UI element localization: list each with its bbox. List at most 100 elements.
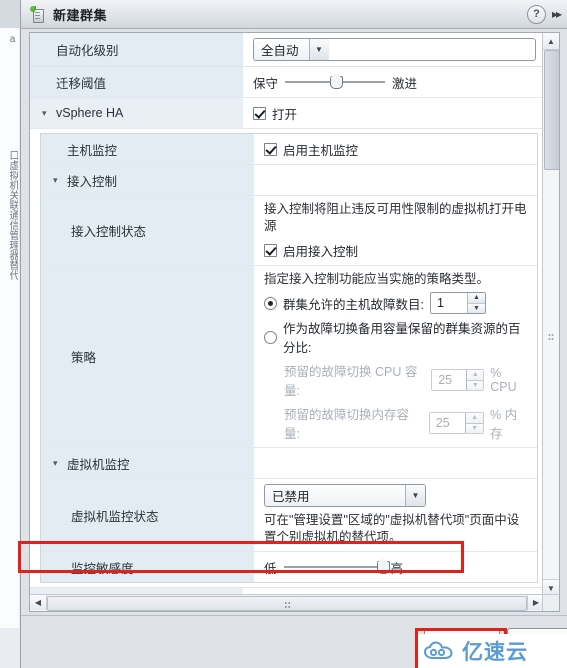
row-migration-threshold: 迁移阈值 保守 激进 [30, 67, 544, 98]
label-automation-level: 自动化级别 [30, 33, 243, 66]
twisty-expanded-icon[interactable]: ▾ [42, 108, 54, 118]
vsphere-ha-checkbox-label: 打开 [272, 107, 298, 122]
twisty-expanded-icon[interactable]: ▾ [53, 458, 65, 468]
policy-host-failures-label: 群集允许的主机故障数目: [283, 297, 424, 312]
horizontal-scrollbar[interactable]: ◀ ▶ [30, 594, 544, 611]
help-icon[interactable]: ? [526, 4, 546, 24]
slider-thumb[interactable] [376, 558, 390, 574]
policy-description: 指定接入控制功能应当实施的策略类型。 [264, 272, 490, 286]
slider-track[interactable] [283, 558, 390, 574]
stepper-up-icon: ▲ [467, 370, 484, 381]
migration-threshold-slider[interactable]: 保守 激进 [253, 73, 536, 92]
watermark: 亿速云 [418, 634, 567, 668]
twisty-expanded-icon[interactable]: ▾ [53, 175, 65, 185]
stepper-up-icon[interactable]: ▲ [467, 293, 485, 304]
vsphere-ha-checkbox[interactable] [253, 106, 266, 120]
vsphere-ha-toggle[interactable]: 打开 [253, 104, 536, 123]
reserved-memory-value: 25 [429, 413, 466, 433]
label-admission-control-text: 接入控制 [67, 174, 118, 189]
horizontal-scrollbar-thumb[interactable] [47, 596, 527, 611]
reserved-memory-label: 预留的故障切换内存容量: [284, 408, 410, 441]
admission-control-checkbox[interactable] [264, 244, 277, 257]
reserved-cpu-value: 25 [432, 370, 467, 390]
chevron-double-right-icon[interactable]: ▸▸ [552, 7, 562, 21]
row-vm-monitoring-status: 虚拟机监控状态 已禁用 ▼ 可在"管理设置"区域的"虚拟机替代项"页面中设置个别… [41, 479, 537, 552]
automation-level-select[interactable]: 全自动 ▼ [253, 38, 536, 61]
host-monitoring-checkbox-label: 启用主机监控 [283, 143, 359, 158]
reserved-cpu-stepper: 25 ▲ ▼ [431, 369, 485, 391]
vm-monitoring-description: 可在"管理设置"区域的"虚拟机替代项"页面中设置个别虚拟机的替代项。 [264, 513, 520, 544]
label-vm-monitoring-text: 虚拟机监控 [67, 457, 130, 472]
slider-track[interactable] [285, 73, 386, 89]
row-admission-control-status: 接入控制状态 接入控制将阻止违反可用性限制的虚拟机打开电源 启用接入控制 [41, 196, 537, 266]
host-monitoring-toggle[interactable]: 启用主机监控 [264, 140, 529, 159]
vm-monitoring-status-select[interactable]: 已禁用 ▼ [264, 484, 426, 507]
watermark-text: 亿速云 [462, 640, 528, 664]
slider-max-label: 高 [390, 561, 404, 576]
reserved-cpu-row: 预留的故障切换 CPU 容量: 25 ▲ ▼ % CPU [264, 361, 529, 399]
label-vsphere-ha: ▾ vSphere HA [30, 98, 243, 128]
admission-control-description: 接入控制将阻止违反可用性限制的虚拟机打开电源 [264, 202, 527, 233]
host-monitoring-checkbox[interactable] [264, 142, 277, 156]
scroll-left-icon[interactable]: ◀ [30, 595, 47, 610]
value-vsphere-ha: 打开 [243, 98, 544, 128]
monitoring-sensitivity-slider[interactable]: 低 高 [264, 558, 529, 577]
value-vm-monitoring-status: 已禁用 ▼ 可在"管理设置"区域的"虚拟机替代项"页面中设置个别虚拟机的替代项。 [254, 479, 537, 551]
value-migration-threshold: 保守 激进 [243, 67, 544, 97]
slider-min-label: 低 [264, 561, 277, 576]
ha-subsettings-panel: 主机监控 启用主机监控 ▾ 接入控制 接入控制状态 接入控制将阻止违反可用性限制… [40, 133, 538, 583]
dialog-titlebar: 新建群集 ? ▸▸ [21, 0, 567, 29]
titlebar-actions: ? ▸▸ [526, 4, 562, 24]
background-window: a 口虚拟机关联通信管理器替代 [0, 0, 21, 668]
stepper-down-icon: ▼ [467, 380, 484, 390]
policy-option-host-failures[interactable]: 群集允许的主机故障数目: 1 ▲ ▼ [264, 292, 529, 314]
label-vm-monitoring-status: 虚拟机监控状态 [41, 479, 254, 551]
vertical-scrollbar-thumb[interactable] [544, 50, 559, 170]
label-admission-control: ▾ 接入控制 [41, 165, 254, 195]
stepper-up-icon: ▲ [466, 413, 483, 424]
background-titlebar [0, 0, 20, 28]
row-host-monitoring: 主机监控 启用主机监控 [41, 134, 537, 165]
label-vm-monitoring: ▾ 虚拟机监控 [41, 448, 254, 478]
value-monitoring-sensitivity: 低 高 [254, 552, 537, 582]
reserved-cpu-unit: % CPU [490, 366, 517, 394]
host-failures-stepper[interactable]: 1 ▲ ▼ [429, 292, 486, 314]
dialog-title: 新建群集 [53, 7, 108, 23]
settings-scroll-viewport: 自动化级别 全自动 ▼ 迁移阈值 保守 激进 ▾ vSphere HA 打开 主… [30, 33, 544, 596]
settings-content: 自动化级别 全自动 ▼ 迁移阈值 保守 激进 ▾ vSphere HA 打开 主… [29, 32, 560, 612]
scrollbar-grip-icon [548, 333, 554, 341]
value-policy: 指定接入控制功能应当实施的策略类型。 群集允许的主机故障数目: 1 ▲ ▼ 作为… [254, 266, 537, 447]
value-host-monitoring: 启用主机监控 [254, 134, 537, 164]
scroll-up-icon[interactable]: ▲ [543, 33, 559, 50]
slider-thumb[interactable] [330, 73, 344, 89]
chevron-down-icon: ▼ [308, 39, 329, 60]
admission-control-toggle[interactable]: 启用接入控制 [264, 241, 529, 260]
new-cluster-dialog: 新建群集 ? ▸▸ 自动化级别 全自动 ▼ 迁移阈值 保守 激进 ▾ vSphe… [20, 0, 567, 668]
reserved-memory-unit: % 内存 [490, 408, 518, 441]
label-monitoring-sensitivity: 监控敏感度 [41, 552, 254, 582]
policy-option-percentage[interactable]: 作为故障切换备用容量保留的群集资源的百分比: [264, 318, 529, 356]
label-migration-threshold: 迁移阈值 [30, 67, 243, 97]
row-vm-monitoring[interactable]: ▾ 虚拟机监控 [41, 448, 537, 479]
stepper-down-icon[interactable]: ▼ [467, 303, 485, 313]
row-admission-control[interactable]: ▾ 接入控制 [41, 165, 537, 196]
policy-percentage-radio[interactable] [264, 330, 277, 344]
row-vsphere-ha[interactable]: ▾ vSphere HA 打开 [30, 98, 544, 129]
cloud-logo-icon [424, 641, 456, 661]
reserved-memory-row: 预留的故障切换内存容量: 25 ▲ ▼ % 内存 [264, 404, 529, 442]
scrollbar-grip-icon [284, 601, 291, 609]
value-admission-control [254, 165, 537, 195]
chevron-down-icon: ▼ [405, 485, 425, 506]
label-admission-control-status: 接入控制状态 [41, 196, 254, 265]
vertical-scrollbar[interactable]: ▲ ▼ [542, 33, 559, 596]
host-failures-value[interactable]: 1 [430, 293, 467, 313]
background-ghost-text-1: a [7, 34, 18, 45]
row-monitoring-sensitivity: 监控敏感度 低 高 [41, 552, 537, 582]
stepper-down-icon: ▼ [466, 423, 483, 433]
background-ghost-text-2: 口虚拟机关联通信管理器替代 [7, 150, 18, 280]
policy-host-failures-radio[interactable] [264, 296, 277, 310]
value-admission-control-status: 接入控制将阻止违反可用性限制的虚拟机打开电源 启用接入控制 [254, 196, 537, 265]
label-vsphere-ha-text: vSphere HA [56, 106, 124, 120]
vm-monitoring-status-value: 已禁用 [265, 485, 405, 506]
label-host-monitoring: 主机监控 [41, 134, 254, 164]
